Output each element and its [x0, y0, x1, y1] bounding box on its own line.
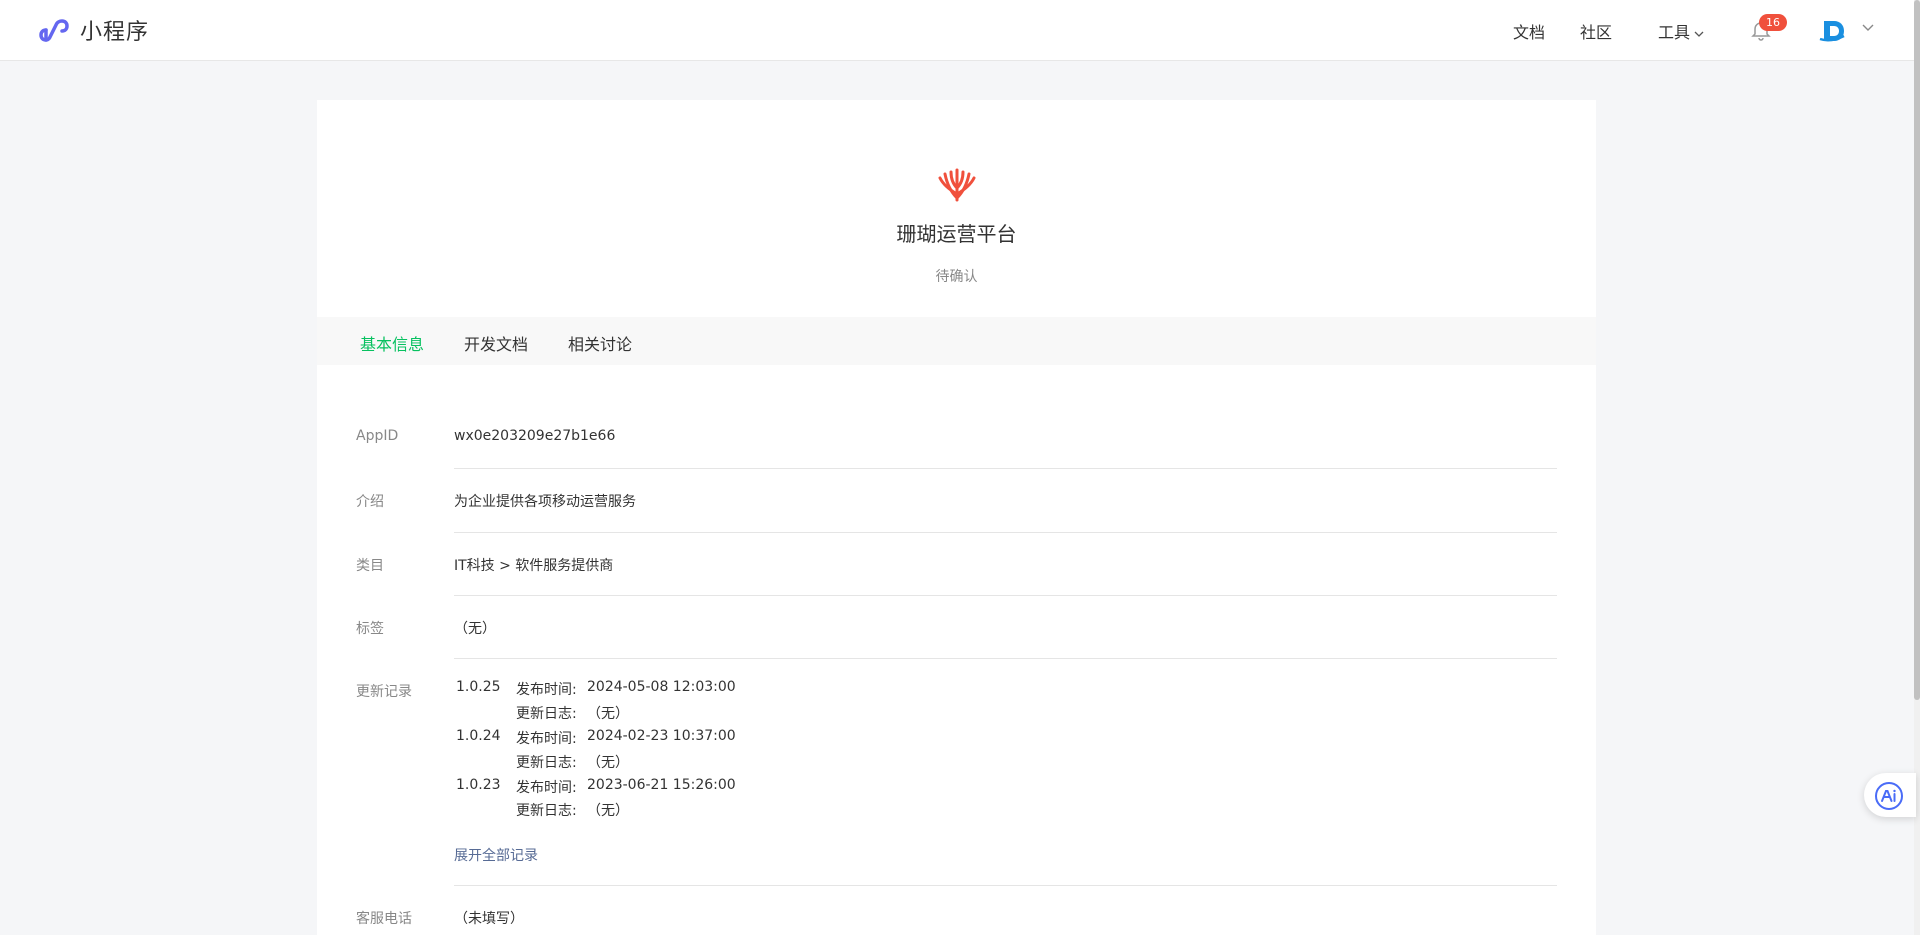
- history-release-time: 2024-05-08 12:03:00: [587, 679, 736, 695]
- ai-assistant-icon: [1875, 782, 1903, 810]
- divider: [454, 468, 1557, 469]
- miniprogram-logo-icon[interactable]: [38, 14, 72, 48]
- history-log-label: 更新日志:: [516, 803, 577, 819]
- brand-title[interactable]: 小程序: [80, 14, 149, 46]
- history-log-label: 更新日志:: [516, 706, 577, 722]
- divider: [454, 885, 1557, 886]
- history-version: 1.0.25: [456, 679, 501, 695]
- nav-docs-link[interactable]: 文档: [1513, 19, 1545, 43]
- divider: [454, 532, 1557, 533]
- history-release-time: 2023-06-21 15:26:00: [587, 777, 736, 793]
- nav-tools-dropdown[interactable]: 工具: [1658, 19, 1704, 43]
- history-label: 更新记录: [356, 684, 412, 700]
- tags-label: 标签: [356, 621, 384, 637]
- avatar[interactable]: [1818, 16, 1848, 46]
- history-release-label: 发布时间:: [516, 731, 577, 747]
- tab-discussions[interactable]: 相关讨论: [568, 331, 632, 355]
- nav-tools-label: 工具: [1658, 23, 1691, 42]
- chevron-down-icon: [1694, 31, 1704, 37]
- intro-value: 为企业提供各项移动运营服务: [454, 494, 636, 510]
- tags-value: （无）: [454, 621, 496, 637]
- divider: [454, 658, 1557, 659]
- history-release-time: 2024-02-23 10:37:00: [587, 728, 736, 744]
- history-log-value: （无）: [587, 755, 629, 771]
- history-release-label: 发布时间:: [516, 682, 577, 698]
- history-log-value: （无）: [587, 706, 629, 722]
- divider: [454, 595, 1557, 596]
- tab-dev-docs[interactable]: 开发文档: [464, 331, 528, 355]
- scrollbar-thumb[interactable]: [1914, 0, 1920, 700]
- chevron-down-icon[interactable]: [1862, 24, 1874, 32]
- category-value: IT科技 > 软件服务提供商: [454, 558, 614, 574]
- phone-value: （未填写）: [454, 911, 524, 927]
- tab-bar: 基本信息 开发文档 相关讨论: [317, 317, 1596, 365]
- history-log-label: 更新日志:: [516, 755, 577, 771]
- history-version: 1.0.23: [456, 777, 501, 793]
- phone-label: 客服电话: [356, 911, 412, 927]
- coral-logo-icon: [938, 168, 976, 202]
- appid-value: wx0e203209e27b1e66: [454, 428, 616, 444]
- appid-label: AppID: [356, 428, 399, 444]
- history-log-value: （无）: [587, 803, 629, 819]
- history-release-label: 发布时间:: [516, 780, 577, 796]
- app-status: 待确认: [935, 269, 978, 285]
- expand-all-history-link[interactable]: 展开全部记录: [454, 845, 538, 865]
- category-label: 类目: [356, 558, 384, 574]
- notification-count-badge: 16: [1759, 14, 1787, 31]
- history-version: 1.0.24: [456, 728, 501, 744]
- tab-basic-info[interactable]: 基本信息: [360, 331, 424, 355]
- app-name: 珊瑚运营平台: [896, 222, 1017, 246]
- ai-assistant-button[interactable]: [1864, 773, 1916, 817]
- intro-label: 介绍: [356, 494, 384, 510]
- app-detail-card: 珊瑚运营平台 待确认 基本信息 开发文档 相关讨论 AppID wx0e2032…: [317, 100, 1596, 935]
- nav-community-link[interactable]: 社区: [1580, 19, 1612, 43]
- top-navbar: 小程序 文档 社区 工具 16: [0, 0, 1914, 61]
